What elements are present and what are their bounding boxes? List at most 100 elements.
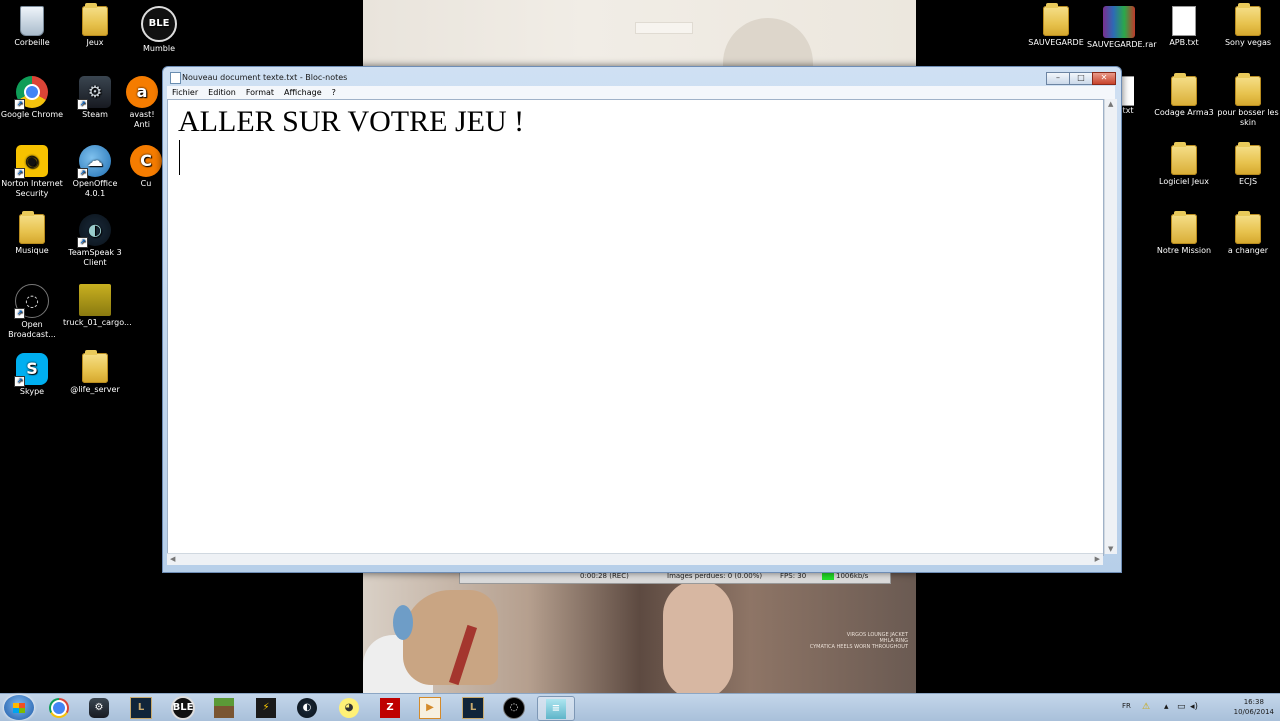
taskbar-league-2[interactable]: L: [455, 696, 491, 719]
taskbar-teamspeak[interactable]: ◐: [289, 696, 325, 719]
notepad-icon: ≡: [546, 698, 566, 719]
taskbar-league[interactable]: L: [123, 696, 159, 719]
desktop-icon-jeux[interactable]: Jeux: [63, 3, 127, 48]
desktop-icon-norton[interactable]: ◉ ↗ Norton Internet Security: [0, 145, 64, 199]
media-player-icon: ▶: [419, 696, 441, 719]
desktop-icon-label: a changer: [1227, 246, 1269, 255]
desktop-icon-a-changer[interactable]: a changer: [1216, 211, 1280, 256]
desktop-icon-label: Codage Arma3: [1154, 108, 1214, 117]
taskbar-mumble[interactable]: BLE: [165, 695, 201, 720]
window-titlebar[interactable]: Nouveau document texte.txt - Bloc-notes …: [163, 67, 1121, 87]
desktop-icon-label: avast! Anti: [129, 110, 155, 129]
folder-icon: [1235, 211, 1261, 244]
mumble-icon: BLE: [141, 6, 177, 42]
desktop-icon-cu[interactable]: C Cu: [130, 145, 162, 189]
desktop-icon-label: Logiciel Jeux: [1159, 177, 1209, 186]
desktop-icon-ecjs[interactable]: ECJS: [1216, 142, 1280, 187]
vertical-scrollbar[interactable]: ▲ ▼: [1104, 99, 1117, 554]
teamspeak-icon: ◐: [297, 697, 317, 718]
close-button[interactable]: ✕: [1092, 72, 1116, 85]
scroll-up-icon[interactable]: ▲: [1108, 100, 1113, 108]
wallpaper-caption-line: CYMATICA HEELS WORN THROUGHOUT: [809, 644, 908, 650]
network-icon[interactable]: ▭: [1177, 702, 1186, 712]
desktop-icon-corbeille[interactable]: Corbeille: [0, 6, 64, 48]
scroll-right-icon[interactable]: ▶: [1095, 555, 1100, 563]
desktop-icon-label: SAUVEGARDE.rar: [1087, 40, 1157, 49]
desktop-icon-truck[interactable]: truck_01_cargo...: [63, 284, 132, 328]
notepad-icon: [170, 72, 181, 84]
minimize-button[interactable]: –: [1046, 72, 1070, 85]
desktop-icon-avast[interactable]: a avast! Anti: [122, 76, 162, 130]
image-file-icon: [79, 284, 111, 316]
menu-affichage[interactable]: Affichage: [279, 88, 327, 97]
desktop-icon-sauvegarde-rar[interactable]: SAUVEGARDE.rar: [1087, 6, 1157, 50]
music-folder-icon: [19, 211, 45, 244]
desktop-icon-txt-partial[interactable]: .txt: [1120, 76, 1134, 116]
chrome-icon: [49, 697, 69, 718]
obs-icon: ◌: [503, 696, 525, 719]
editor-content[interactable]: ALLER SUR VOTRE JEU !: [178, 105, 524, 139]
desktop-icon-sauvegarde[interactable]: SAUVEGARDE: [1024, 3, 1088, 48]
desktop-icon-label: Cu: [140, 179, 152, 188]
desktop-icon-codage-arma3[interactable]: Codage Arma3: [1152, 73, 1216, 118]
taskbar-filezilla[interactable]: Z: [372, 696, 408, 719]
start-button[interactable]: [4, 695, 34, 720]
desktop-icon-pour-bosser[interactable]: pour bosser les skin: [1216, 73, 1280, 128]
scroll-down-icon[interactable]: ▼: [1108, 545, 1113, 553]
horizontal-scrollbar[interactable]: ◀ ▶: [167, 553, 1103, 565]
taskbar-media-player[interactable]: ▶: [412, 696, 448, 719]
desktop-icon-teamspeak[interactable]: ◐ ↗ TeamSpeak 3 Client: [63, 214, 127, 268]
desktop-icon-skype[interactable]: S ↗ Skype: [0, 353, 64, 397]
document-folder-icon: [1171, 142, 1197, 175]
menu-format[interactable]: Format: [241, 88, 279, 97]
maximize-button[interactable]: □: [1069, 72, 1093, 85]
filezilla-icon: Z: [380, 697, 400, 718]
text-file-icon: [1120, 76, 1134, 106]
desktop-icon-sony-vegas[interactable]: Sony vegas: [1216, 3, 1280, 48]
folder-icon: [1235, 142, 1261, 175]
desktop-icon-label: Norton Internet Security: [1, 179, 63, 198]
tray-clock[interactable]: 16:38 10/06/2014: [1234, 697, 1274, 717]
volume-icon[interactable]: ◂): [1190, 702, 1198, 712]
obs-icon: ◌ ↗: [14, 284, 49, 319]
taskbar-notepad[interactable]: ≡: [537, 696, 575, 721]
mumble-icon: BLE: [171, 695, 195, 720]
desktop-icon-label: Open Broadcast...: [8, 320, 56, 339]
wallpaper-detail: [635, 22, 693, 34]
desktop-icon-steam[interactable]: ⚙ ↗ Steam: [63, 76, 127, 120]
desktop-icon-label: Skype: [19, 387, 45, 396]
desktop-icon-notre-mission[interactable]: Notre Mission: [1152, 211, 1216, 256]
menu-help[interactable]: ?: [327, 88, 341, 97]
desktop-icon-logiciel-jeux[interactable]: Logiciel Jeux: [1152, 142, 1216, 187]
menu-edition[interactable]: Edition: [203, 88, 241, 97]
folder-icon: [82, 350, 108, 383]
desktop-icon-musique[interactable]: Musique: [0, 211, 64, 256]
show-hidden-icons-icon[interactable]: ▴: [1164, 702, 1169, 712]
taskbar-minecraft[interactable]: [206, 696, 242, 719]
taskbar-obs[interactable]: ◌: [496, 696, 532, 719]
window-title: Nouveau document texte.txt - Bloc-notes: [182, 73, 348, 82]
taskbar-chrome[interactable]: [41, 696, 77, 719]
taskbar-steam[interactable]: ⚙: [81, 696, 117, 719]
taskbar-yellow-app[interactable]: ◕: [331, 696, 367, 719]
desktop-icon-apb-txt[interactable]: APB.txt: [1152, 6, 1216, 48]
language-indicator[interactable]: FR: [1122, 702, 1131, 710]
desktop-icon-google-chrome[interactable]: ↗ Google Chrome: [0, 76, 64, 120]
minecraft-icon: [214, 697, 234, 718]
notepad-window[interactable]: Nouveau document texte.txt - Bloc-notes …: [162, 66, 1122, 573]
shortcut-arrow-icon: ↗: [14, 168, 25, 179]
text-editor-area[interactable]: ALLER SUR VOTRE JEU !: [167, 99, 1104, 556]
action-center-warning-icon[interactable]: ⚠: [1142, 702, 1150, 712]
lightning-app-icon: ⚡: [256, 697, 276, 718]
desktop-icon-mumble[interactable]: BLE Mumble: [127, 6, 191, 54]
desktop-icon-label: Steam: [82, 110, 108, 119]
desktop-icon-life-server[interactable]: @life_server: [63, 350, 127, 395]
taskbar-lightning-app[interactable]: ⚡: [248, 696, 284, 719]
menu-fichier[interactable]: Fichier: [167, 88, 203, 97]
desktop-icon-openoffice[interactable]: ☁ ↗ OpenOffice 4.0.1: [63, 145, 127, 199]
scroll-left-icon[interactable]: ◀: [170, 555, 175, 563]
desktop-icon-obs[interactable]: ◌ ↗ Open Broadcast...: [0, 284, 64, 340]
window-controls: – □ ✕: [1046, 72, 1116, 85]
desktop-icon-label: SAUVEGARDE: [1028, 38, 1084, 47]
folder-icon: [82, 3, 108, 36]
